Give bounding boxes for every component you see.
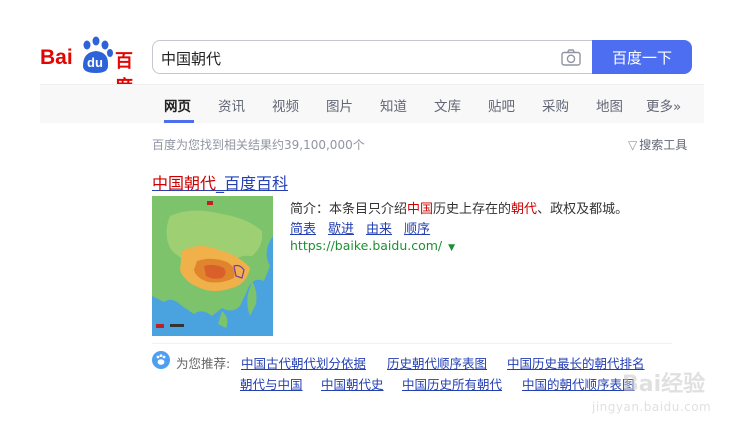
tab-news[interactable]: 资讯 [218,95,245,115]
recommend-link[interactable]: 中国古代朝代划分依据 [241,353,366,372]
abstract-prefix: 简介：本条目只介绍 [290,202,408,217]
result-title-highlight: 中国朝代 [152,174,217,193]
watermark-en: jingyan.baidu.com [592,400,712,414]
sublink-youlai[interactable]: 由来 [366,222,392,237]
tab-caigou[interactable]: 采购 [542,95,569,115]
result-count: 百度为您找到相关结果约39,100,000个 [152,138,365,152]
result-url-text: https://baike.baidu.com/ [290,238,443,253]
result-title-rest: _百度百科 [216,174,289,193]
recommend-link[interactable]: 朝代与中国 [240,374,303,393]
tab-video[interactable]: 视频 [272,95,299,115]
abstract-mid: 历史上存在的 [433,202,512,217]
result-abstract: 简介：本条目只介绍中国历史上存在的朝代、政权及都城。 [290,198,628,217]
watermark-cn: Bai经验 [622,372,706,397]
tab-tieba[interactable]: 贴吧 [488,95,515,115]
active-tab-indicator [164,120,194,123]
recommend-link[interactable]: 中国历史所有朝代 [402,374,502,393]
logo-text-bai: Bai [40,46,73,69]
baidu-logo[interactable]: Bai du 百度 [40,36,144,98]
search-box [152,40,592,74]
search-input[interactable] [161,47,556,69]
abstract-highlight-1: 中国 [407,202,434,217]
divider [152,343,672,344]
paw-icon [152,351,170,369]
abstract-suffix: 、政权及都城。 [537,202,629,217]
result-sublinks: 简表 歇进 由来 顺序 [290,218,442,237]
funnel-icon: ▽ [628,138,638,152]
result-title-link[interactable]: 中国朝代_百度百科 [152,170,288,194]
tab-images[interactable]: 图片 [326,95,353,115]
tab-zhidao[interactable]: 知道 [380,95,407,115]
sublink-shunxu[interactable]: 顺序 [404,222,430,237]
caret-down-icon[interactable]: ▼ [448,243,455,253]
tabs-bar: 网页 资讯 视频 图片 知道 文库 贴吧 采购 地图 更多» [40,84,704,123]
logo-text-du: du [87,55,103,70]
tab-map[interactable]: 地图 [596,95,623,115]
recommend-link[interactable]: 历史朝代顺序表图 [387,353,487,372]
search-tools-label: 搜索工具 [639,138,688,152]
result-url[interactable]: https://baike.baidu.com/ ▼ [290,238,455,253]
recommend-link[interactable]: 中国朝代史 [321,374,384,393]
recommend-label: 为您推荐: [176,356,231,371]
tab-more[interactable]: 更多» [646,95,681,115]
tab-wenku[interactable]: 文库 [434,95,461,115]
result-thumbnail-map[interactable] [152,196,273,336]
sublink-jianbiao[interactable]: 简表 [290,222,316,237]
sublink-xiejin[interactable]: 歇进 [328,222,354,237]
abstract-highlight-2: 朝代 [511,202,538,217]
search-button[interactable]: 百度一下 [592,40,692,74]
search-tools-button[interactable]: ▽ 搜索工具 [628,136,687,153]
tab-web[interactable]: 网页 [164,95,191,115]
camera-icon[interactable] [561,49,581,66]
watermark: Bai经验 jingyan.baidu.com [592,366,732,422]
